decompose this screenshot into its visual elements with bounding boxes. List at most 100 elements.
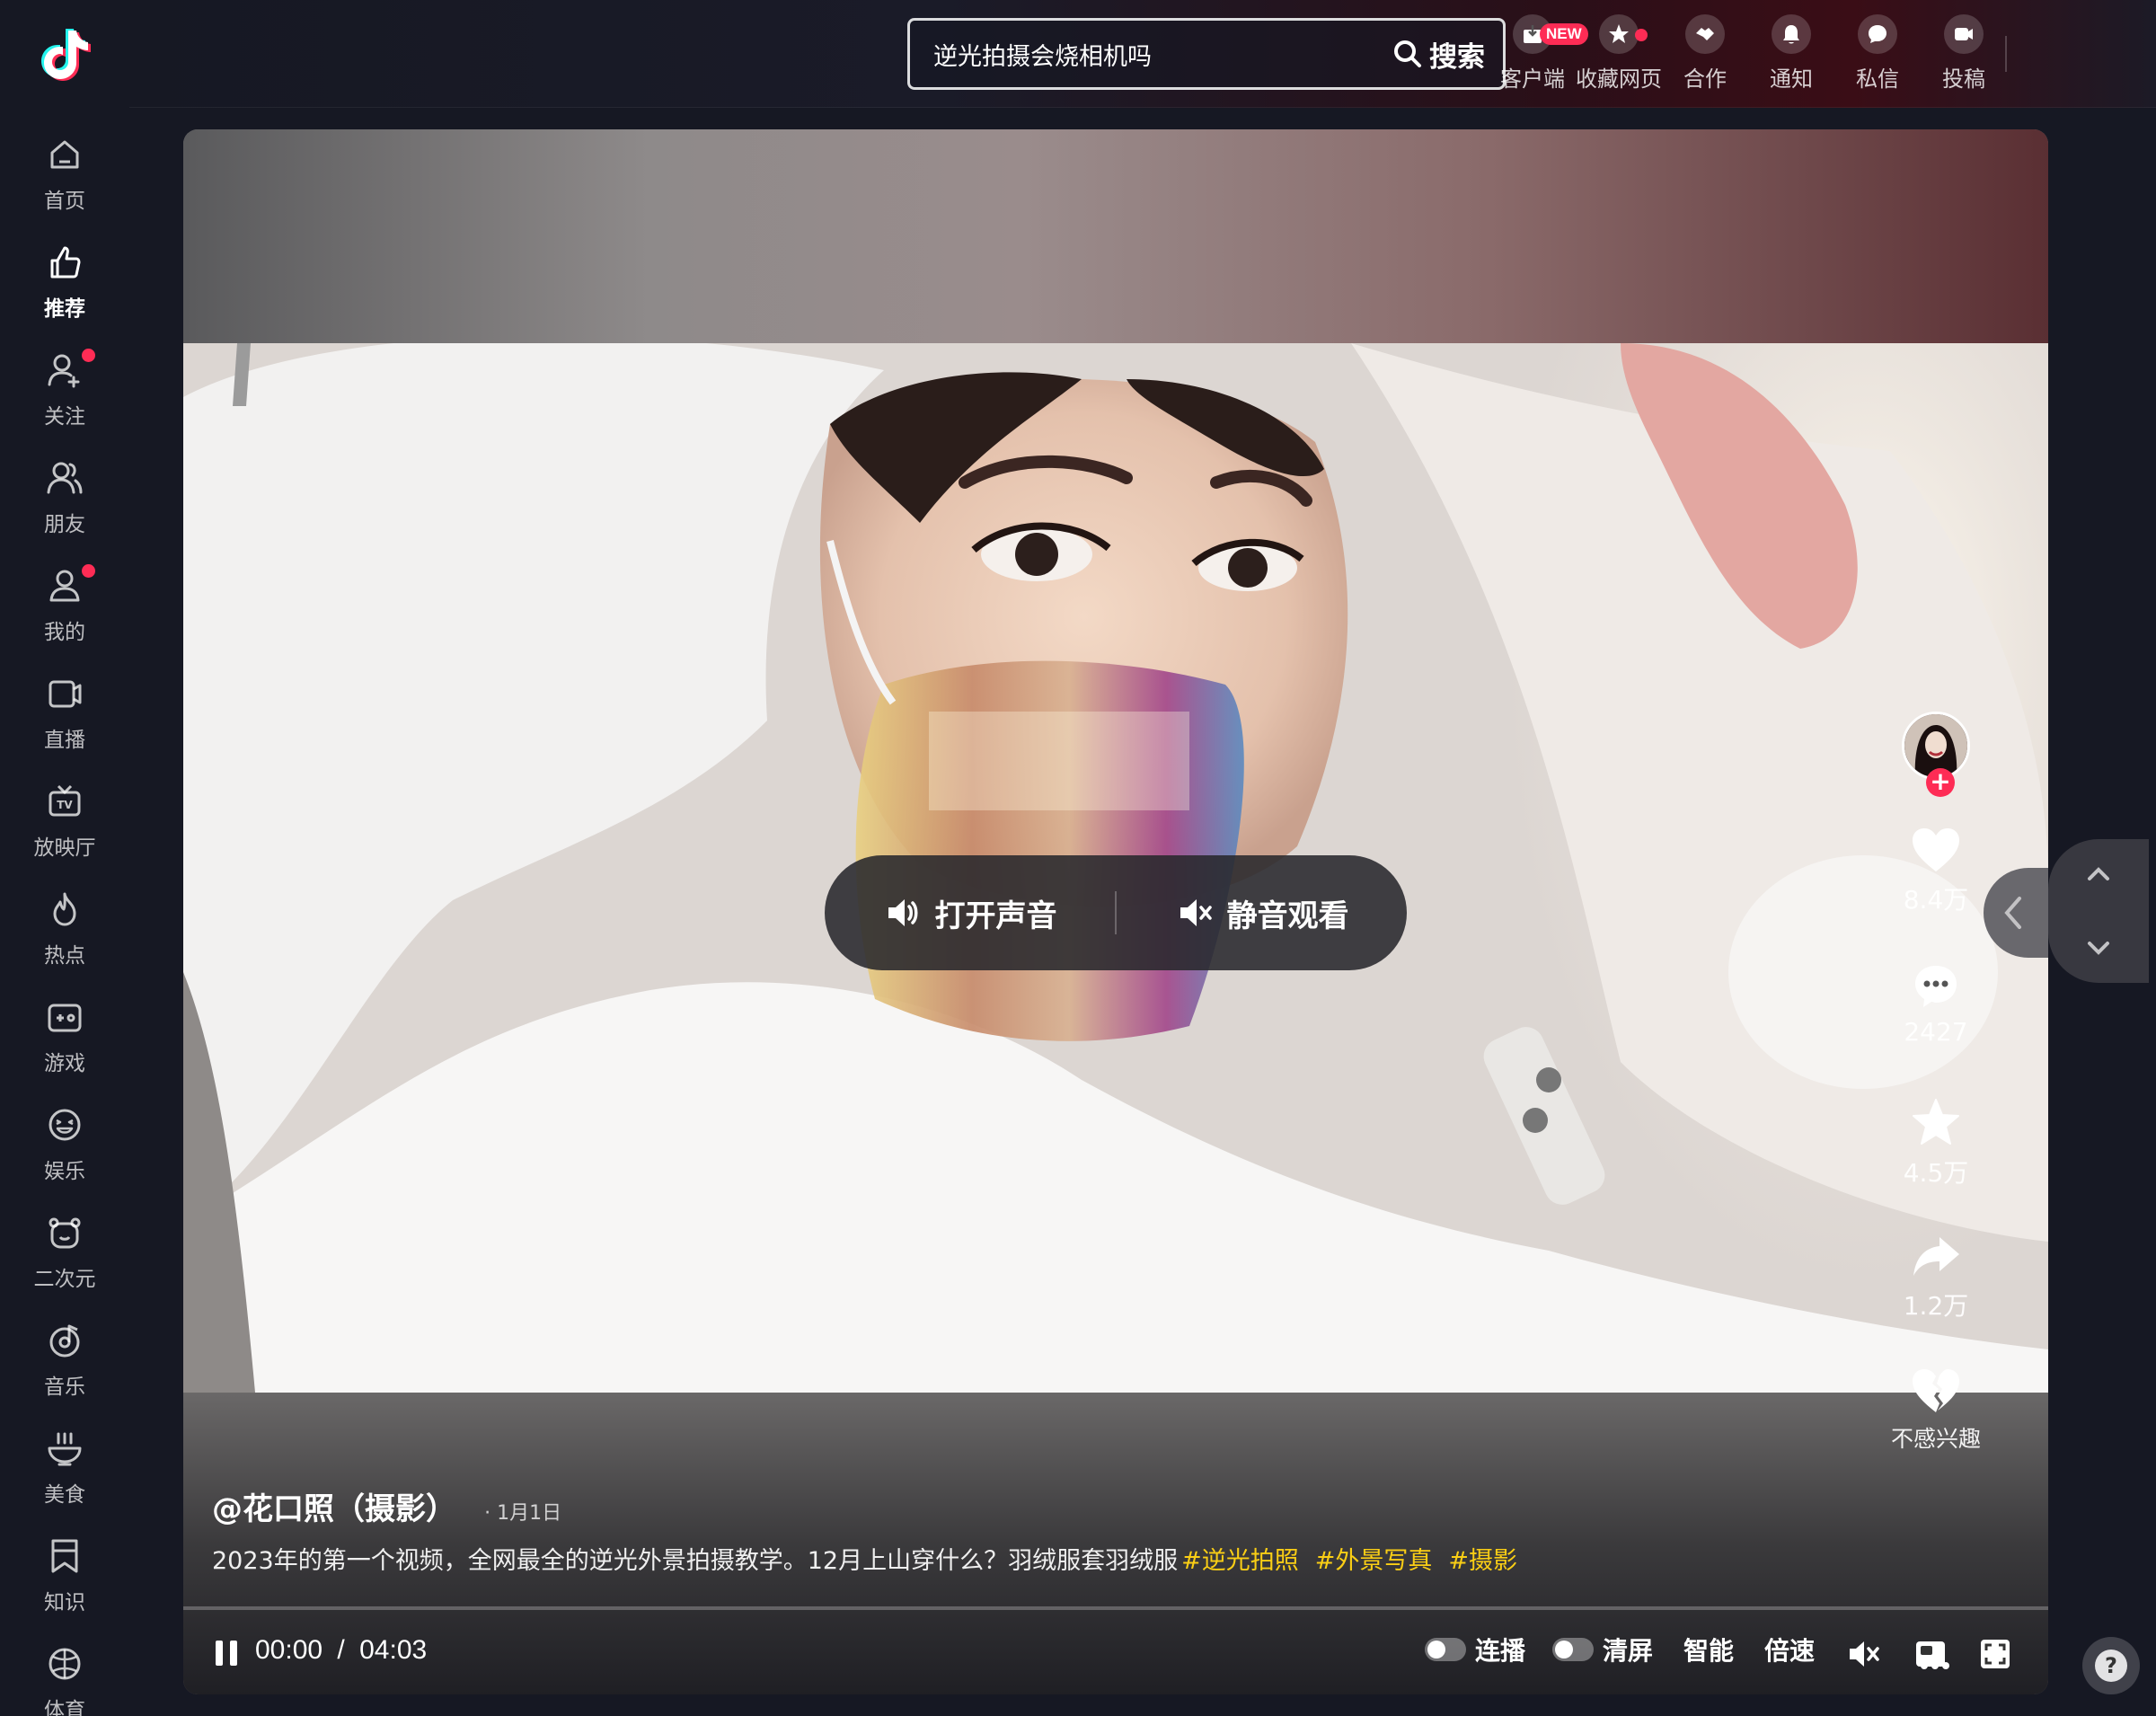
description-text-row: 2023年的第一个视频，全网最全的逆光外景拍摄教学。12月上山穿什么？羽绒服套羽… xyxy=(212,1541,1829,1576)
video-background-blur xyxy=(183,129,2048,343)
star-icon xyxy=(1913,1099,1959,1145)
not-interested-button[interactable]: 不感兴趣 xyxy=(1869,1367,2003,1454)
volume-muted-icon[interactable] xyxy=(1847,1637,1881,1671)
share-button[interactable]: 1.2万 xyxy=(1869,1234,2003,1322)
favorite-button[interactable]: 4.5万 xyxy=(1869,1098,2003,1190)
header-item-messages[interactable]: 私信 xyxy=(1834,14,1921,93)
sidebar-item-anime[interactable]: 二次元 xyxy=(0,1213,129,1303)
mute-watch-label: 静音观看 xyxy=(1226,898,1349,934)
bookmark-icon xyxy=(51,1539,78,1573)
heart-icon xyxy=(1913,828,1959,871)
sidebar-item-home[interactable]: 首页 xyxy=(0,135,129,225)
clear-screen-label: 清屏 xyxy=(1603,1636,1654,1666)
sidebar-item-label: 推荐 xyxy=(44,297,85,321)
toggle-switch[interactable] xyxy=(1425,1638,1466,1661)
sidebar-item-friends[interactable]: 朋友 xyxy=(0,458,129,548)
thumbs-up-icon xyxy=(50,246,81,279)
comment-button[interactable]: 2427 xyxy=(1869,963,2003,1047)
sidebar-item-entertainment[interactable]: 娱乐 xyxy=(0,1105,129,1195)
author-avatar[interactable]: + xyxy=(1902,712,1970,797)
video-player[interactable]: 打开声音 静音观看 + 8.4万 2427 4.5万 1.2万 不感兴趣 @花口… xyxy=(183,129,2048,1694)
favorite-count: 4.5万 xyxy=(1903,1158,1969,1188)
unmute-label: 打开声音 xyxy=(934,898,1057,934)
svg-text:?: ? xyxy=(2105,1653,2117,1678)
sidebar-item-me[interactable]: 我的 xyxy=(0,564,129,656)
sidebar-item-live[interactable]: 直播 xyxy=(0,674,129,764)
header-item-cooperate[interactable]: 合作 xyxy=(1662,14,1748,93)
notification-dot xyxy=(82,349,95,362)
share-icon xyxy=(1913,1237,1959,1276)
sidebar-item-label: 美食 xyxy=(44,1483,85,1507)
tiktok-logo-icon[interactable] xyxy=(32,23,97,88)
speaker-on-icon xyxy=(888,899,917,926)
progress-bar[interactable] xyxy=(183,1606,2048,1610)
upload-video-icon xyxy=(1944,14,1984,54)
bear-icon xyxy=(49,1217,81,1249)
time-separator: / xyxy=(337,1635,345,1665)
search-icon xyxy=(1394,40,1421,67)
header-item-bookmark[interactable]: 收藏网页 xyxy=(1576,14,1662,93)
header-item-client[interactable]: NEW 客户端 xyxy=(1489,14,1588,93)
header-item-notice[interactable]: 通知 xyxy=(1748,14,1834,93)
header-item-upload[interactable]: 投稿 xyxy=(1921,14,2007,93)
header-divider xyxy=(2005,36,2007,72)
notification-dot xyxy=(82,564,95,578)
broken-heart-icon xyxy=(1913,1369,1959,1412)
action-column: + 8.4万 2427 4.5万 1.2万 不感兴趣 xyxy=(1869,712,2003,1452)
sidebar-item-sports[interactable]: 体育 xyxy=(0,1644,129,1716)
sidebar-item-knowledge[interactable]: 知识 xyxy=(0,1536,129,1626)
side-panel-toggle[interactable] xyxy=(1984,868,2048,958)
speed-button[interactable]: 倍速 xyxy=(1764,1632,1815,1667)
header-item-label: 合作 xyxy=(1683,66,1727,92)
help-button[interactable]: ? xyxy=(2082,1637,2140,1694)
hashtag-link[interactable]: #摄影 xyxy=(1448,1547,1517,1575)
sidebar-item-label: 直播 xyxy=(44,729,85,752)
header-item-label: 收藏网页 xyxy=(1576,66,1662,92)
add-user-icon xyxy=(48,354,80,388)
hashtag-link[interactable]: #外景写真 xyxy=(1315,1547,1433,1575)
fullscreen-icon[interactable] xyxy=(1978,1637,2012,1671)
chevron-up-icon[interactable] xyxy=(2048,839,2149,911)
header-item-label: 通知 xyxy=(1770,66,1813,92)
picture-in-picture-icon[interactable] xyxy=(1913,1637,1948,1671)
sidebar-item-label: 关注 xyxy=(44,405,85,429)
search-button-label: 搜索 xyxy=(1429,40,1485,74)
clear-screen-toggle[interactable]: 清屏 xyxy=(1552,1632,1653,1667)
sidebar-item-games[interactable]: 游戏 xyxy=(0,997,129,1087)
search-input[interactable] xyxy=(910,21,1375,87)
sidebar-item-cinema[interactable]: TV 放映厅 xyxy=(0,782,129,871)
sidebar-item-label: 我的 xyxy=(44,621,85,644)
speed-label: 倍速 xyxy=(1764,1636,1816,1666)
sidebar-item-label: 二次元 xyxy=(33,1268,96,1291)
duration: 04:03 xyxy=(359,1635,428,1665)
pause-icon[interactable] xyxy=(212,1639,241,1667)
star-icon xyxy=(1599,14,1639,54)
search-bar: 搜索 xyxy=(907,18,1506,90)
like-count: 8.4万 xyxy=(1903,885,1969,915)
chevron-down-icon[interactable] xyxy=(2048,911,2149,983)
hashtag-link[interactable]: #逆光拍照 xyxy=(1181,1547,1299,1575)
sidebar-item-label: 热点 xyxy=(44,944,85,968)
toggle-switch[interactable] xyxy=(1552,1638,1594,1661)
sidebar-item-hot[interactable]: 热点 xyxy=(0,889,129,979)
smile-icon xyxy=(49,1109,81,1141)
sidebar-item-follow[interactable]: 关注 xyxy=(0,349,129,440)
autoplay-toggle[interactable]: 连播 xyxy=(1425,1632,1525,1667)
sidebar-item-food[interactable]: 美食 xyxy=(0,1429,129,1518)
sidebar-item-music[interactable]: 音乐 xyxy=(0,1321,129,1411)
sidebar-item-label: 首页 xyxy=(44,190,85,213)
unmute-button[interactable]: 打开声音 xyxy=(825,891,1115,935)
user-icon xyxy=(49,570,80,602)
time-display: 00:00 / 04:03 xyxy=(255,1635,427,1666)
search-button[interactable]: 搜索 xyxy=(1375,34,1503,75)
sidebar-item-label: 朋友 xyxy=(44,513,85,536)
chevron-left-icon xyxy=(2004,897,2021,929)
bowl-icon xyxy=(48,1432,82,1466)
follow-button[interactable]: + xyxy=(1926,768,1955,797)
smart-button[interactable]: 智能 xyxy=(1683,1632,1734,1667)
author-name[interactable]: @花口照（摄影） xyxy=(212,1491,456,1527)
smart-label: 智能 xyxy=(1683,1636,1735,1666)
video-description: @花口照（摄影） · 1月1日 2023年的第一个视频，全网最全的逆光外景拍摄教… xyxy=(212,1484,1829,1576)
sidebar-item-recommend[interactable]: 推荐 xyxy=(0,243,129,332)
mute-watch-button[interactable]: 静音观看 xyxy=(1117,891,1407,935)
